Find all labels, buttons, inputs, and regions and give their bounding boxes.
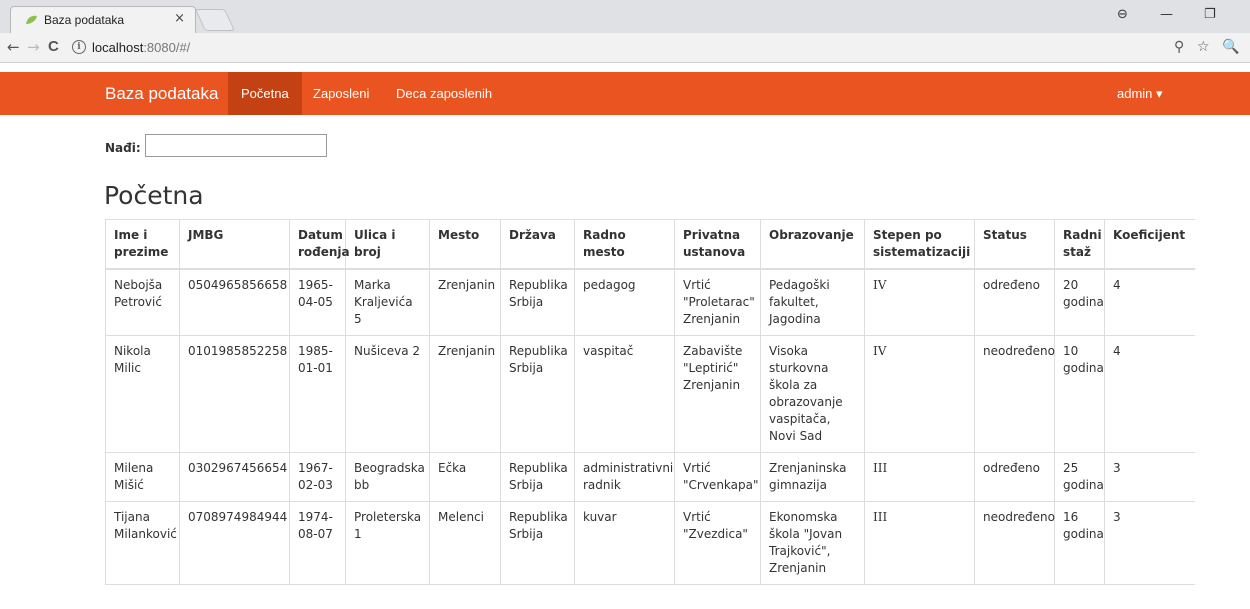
browser-tab[interactable]: Baza podataka × [10,6,196,33]
table-cell: Marka Kraljevića 5 [345,268,430,336]
table-cell: Tijana Milanković [105,501,180,585]
table-cell: Pedagoški fakultet, Jagodina [760,268,865,336]
table-cell: neodređeno [974,335,1055,453]
table-cell: Republika Srbija [500,501,575,585]
page-title: Početna [104,181,204,210]
table-cell: III [864,452,975,502]
table-cell: Vrtić "Crvenkapa" [674,452,761,502]
table-cell: 20 godina [1054,268,1105,336]
tab-title: Baza podataka [44,13,125,27]
extension-icon[interactable]: 🔍 [1222,39,1239,55]
column-header[interactable]: Država [500,219,575,270]
reload-icon[interactable]: C [48,38,59,55]
table-cell: Nikola Milic [105,335,180,453]
column-header[interactable]: Koeficijent [1104,219,1195,270]
table-cell: Visoka sturkovna škola za obrazovanje va… [760,335,865,453]
table-cell: Republika Srbija [500,268,575,336]
table-cell: Zrenjanin [429,335,501,453]
table-cell: 3 [1104,501,1195,585]
nav-zaposleni[interactable]: Zaposleni [300,72,382,115]
table-cell: 0708974984944 [179,501,290,585]
browser-tab-strip: Baza podataka × ⊖ — ❐ [0,0,1250,33]
close-icon[interactable]: × [174,11,185,26]
table-header-row: Ime i prezime JMBG Datum rođenja Ulica i br… [105,219,1195,270]
column-header[interactable]: Mesto [429,219,501,270]
table-cell: Vrtić "Proletarac" Zrenjanin [674,268,761,336]
search-input[interactable] [145,134,327,157]
table-cell: Zrenjaninska gimnazija [760,452,865,502]
table-cell: Republika Srbija [500,335,575,453]
leaf-icon [26,15,37,24]
nav-deca-zaposlenih[interactable]: Deca zaposlenih [383,72,505,115]
restore-icon[interactable]: ❐ [1204,7,1216,22]
info-icon[interactable]: i [72,40,86,54]
brand-link[interactable]: Baza podataka [105,84,218,104]
table-cell: IV [864,335,975,453]
user-menu[interactable]: admin ▾ [1117,72,1163,115]
table-cell: Melenci [429,501,501,585]
column-header[interactable]: Ime i prezime [105,219,180,270]
table-row[interactable]: Tijana Milanković 0708974984944 1974-08-07… [105,501,1195,585]
table-row[interactable]: Nikola Milic 0101985852258 1985-01-01 Nušic… [105,335,1195,453]
table-row[interactable]: Nebojša Petrović 0504965856658 1965-04-05 M… [105,268,1195,336]
table-cell: 1985-01-01 [289,335,346,453]
table-cell: 10 godina [1054,335,1105,453]
column-header[interactable]: JMBG [179,219,290,270]
table-row[interactable]: Milena Mišić 0302967456654 1967-02-03 Beogr… [105,452,1195,502]
search-label: Nađi: [105,141,141,155]
nav-pocetna[interactable]: Početna [228,72,302,115]
table-cell: 1967-02-03 [289,452,346,502]
table-cell: Zabavište "Leptirić" Zrenjanin [674,335,761,453]
employees-table: Ime i prezime JMBG Datum rođenja Ulica i br… [105,219,1195,585]
table-cell: IV [864,268,975,336]
table-cell: pedagog [574,268,675,336]
table-cell: 1965-04-05 [289,268,346,336]
column-header[interactable]: Radno mesto [574,219,675,270]
table-cell: 3 [1104,452,1195,502]
back-icon[interactable]: ← [7,38,20,56]
table-cell: 0302967456654 [179,452,290,502]
table-cell: kuvar [574,501,675,585]
column-header[interactable]: Privatna ustanova [674,219,761,270]
table-cell: Nebojša Petrović [105,268,180,336]
table-cell: administrativni radnik [574,452,675,502]
column-header[interactable]: Radni staž [1054,219,1105,270]
key-icon[interactable]: ⚲ [1174,39,1184,55]
url-text[interactable]: localhost:8080/#/ [92,40,190,55]
column-header[interactable]: Stepen po sistematizaciji [864,219,975,270]
column-header[interactable]: Datum rođenja [289,219,350,270]
table-cell: 4 [1104,268,1195,336]
table-cell: Milena Mišić [105,452,180,502]
table-cell: Ečka [429,452,501,502]
table-cell: Proleterska 1 [345,501,430,585]
table-cell: Vrtić "Zvezdica" [674,501,761,585]
minimize-icon[interactable]: — [1160,7,1173,22]
column-header[interactable]: Ulica i broj [345,219,430,270]
table-cell: određeno [974,268,1055,336]
table-cell: Republika Srbija [500,452,575,502]
column-header[interactable]: Obrazovanje [760,219,865,270]
employees-table-wrapper: Ime i prezime JMBG Datum rođenja Ulica i br… [105,219,1195,609]
forward-icon[interactable]: → [27,38,40,56]
table-cell: III [864,501,975,585]
table-cell: 4 [1104,335,1195,453]
table-cell: 1974-08-07 [289,501,346,585]
table-cell: određeno [974,452,1055,502]
column-header[interactable]: Status [974,219,1055,270]
table-cell: neodređeno [974,501,1055,585]
table-cell: Ekonomska škola "Jovan Trajković", Zrenj… [760,501,865,585]
address-bar[interactable] [60,37,1240,59]
star-icon[interactable]: ☆ [1197,39,1210,55]
table-cell: 16 godina [1054,501,1105,585]
table-cell: 0101985852258 [179,335,290,453]
table-cell: Zrenjanin [429,268,501,336]
table-cell: 25 godina [1054,452,1105,502]
table-cell: 0504965856658 [179,268,290,336]
table-cell: vaspitač [574,335,675,453]
table-cell: Beogradska bb [345,452,430,502]
app-navbar: Baza podataka Početna Zaposleni Deca zap… [0,72,1250,115]
profile-icon[interactable]: ⊖ [1117,7,1128,22]
new-tab-button[interactable] [194,9,236,31]
table-cell: Nušiceva 2 [345,335,430,453]
